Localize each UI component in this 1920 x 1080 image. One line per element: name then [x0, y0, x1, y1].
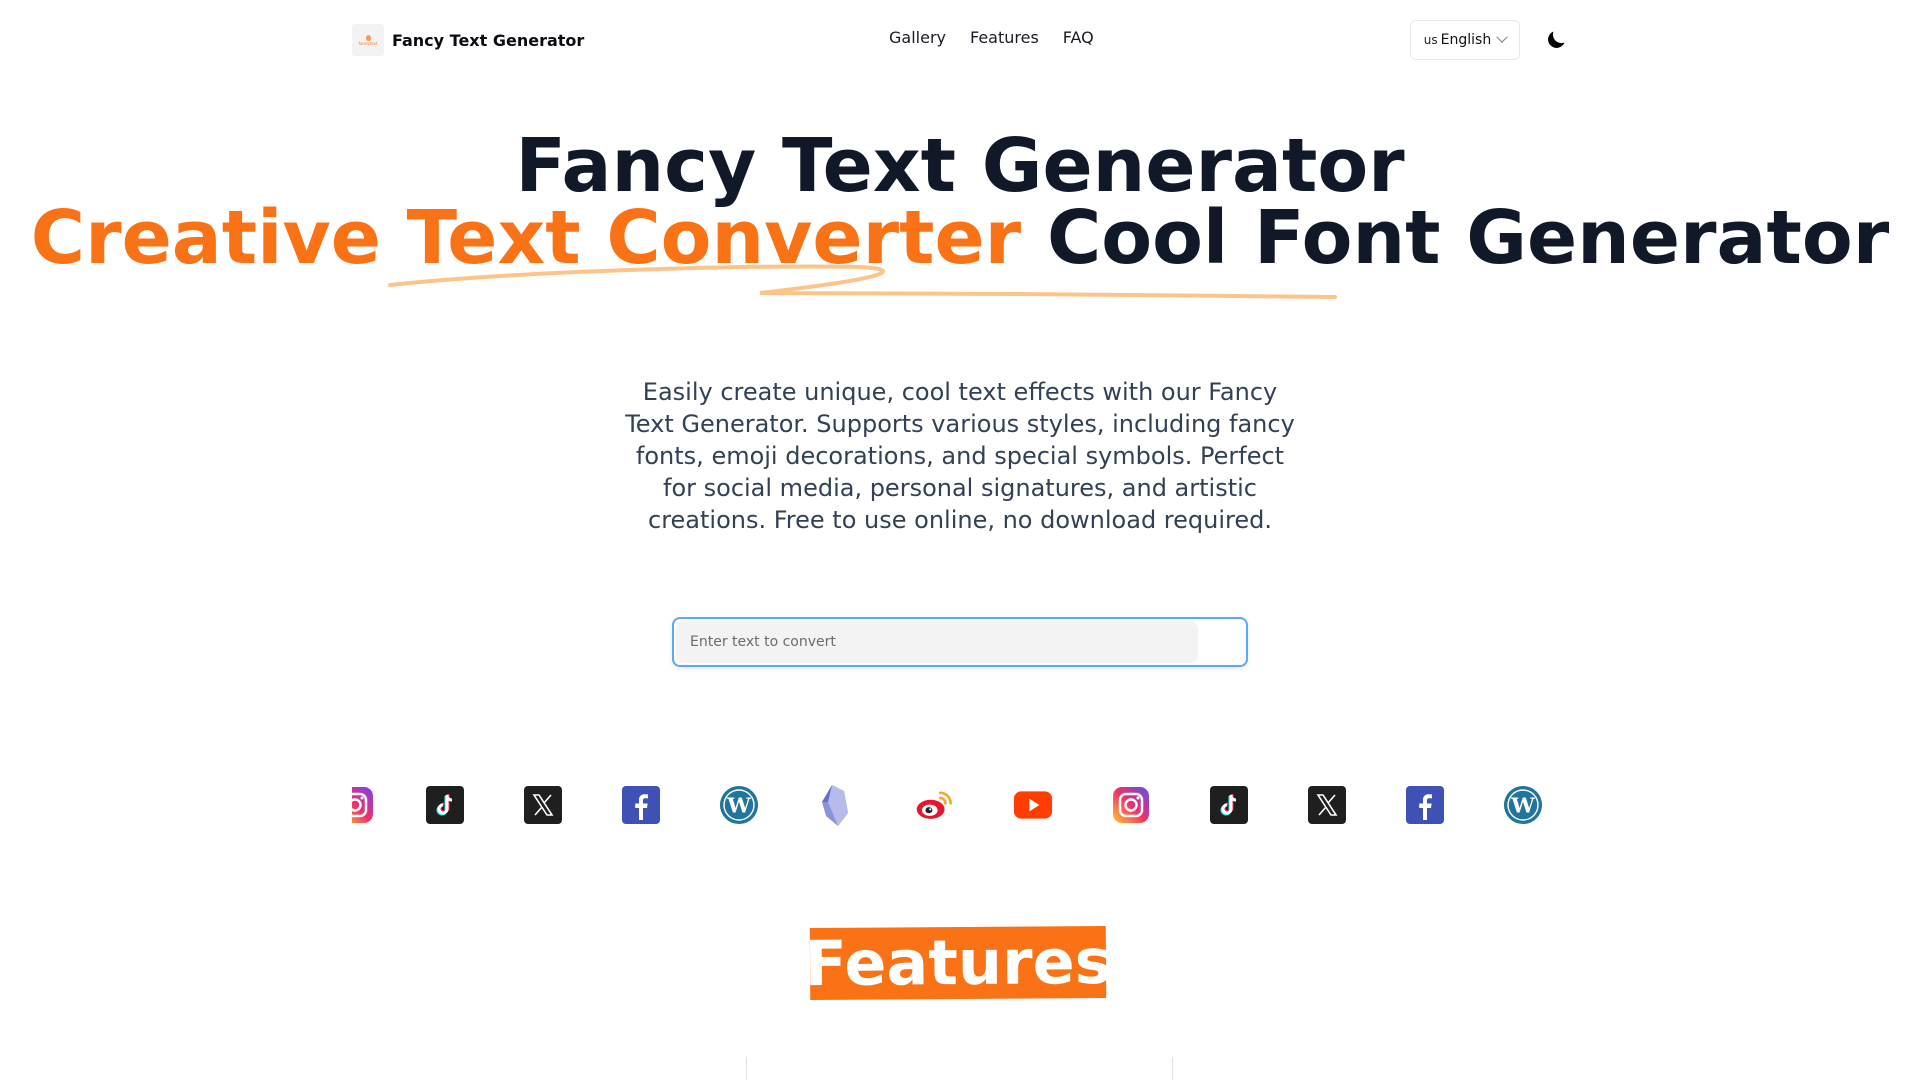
site-header: fancytext Fancy Text Generator Gallery F…	[0, 0, 1920, 80]
feature-column-divider	[746, 1057, 747, 1080]
us-flag-icon: us	[1423, 33, 1438, 47]
logo-text: fancytext	[358, 40, 378, 46]
main-nav: Gallery Features FAQ	[889, 28, 1094, 47]
language-selector[interactable]: us English	[1410, 20, 1520, 60]
instagram-icon[interactable]	[352, 785, 375, 825]
social-icons-marquee: W W	[352, 780, 1568, 830]
wordpress-icon[interactable]: W	[1503, 785, 1543, 825]
instagram-icon[interactable]	[1111, 785, 1151, 825]
hero-title: Fancy Text Generator Creative Text Conve…	[0, 129, 1920, 275]
weibo-icon[interactable]	[915, 785, 955, 825]
feature-column-divider	[1172, 1057, 1173, 1080]
hero-title-rest: Cool Font Generator	[1046, 195, 1890, 281]
text-to-convert-input[interactable]	[676, 621, 1198, 663]
facebook-icon[interactable]	[621, 785, 661, 825]
tiktok-icon[interactable]	[425, 785, 465, 825]
theme-toggle-button[interactable]	[1544, 28, 1568, 52]
x-icon[interactable]	[1307, 785, 1347, 825]
obsidian-icon[interactable]	[817, 785, 857, 826]
brand-link[interactable]: fancytext Fancy Text Generator	[352, 24, 584, 56]
moon-icon	[1548, 31, 1565, 48]
chevron-down-icon	[1496, 31, 1508, 43]
flame-icon	[365, 34, 371, 41]
nav-faq[interactable]: FAQ	[1063, 28, 1094, 47]
svg-text:W: W	[726, 793, 751, 818]
youtube-icon[interactable]	[1013, 785, 1053, 825]
tiktok-icon[interactable]	[1209, 785, 1249, 825]
wordpress-icon[interactable]: W	[719, 785, 759, 825]
features-heading: Features	[804, 925, 1112, 1000]
nav-features[interactable]: Features	[970, 28, 1039, 47]
nav-gallery[interactable]: Gallery	[889, 28, 946, 47]
brand-name: Fancy Text Generator	[392, 30, 585, 50]
svg-text:W: W	[1510, 793, 1535, 818]
hero-title-accent: Creative Text Converter	[30, 195, 1022, 281]
hero-description: Easily create unique, cool text effects …	[625, 378, 1295, 534]
x-icon[interactable]	[523, 785, 563, 825]
logo-icon: fancytext	[352, 24, 384, 56]
facebook-icon[interactable]	[1405, 785, 1445, 825]
features-heading-text: Features	[804, 924, 1112, 1001]
language-label: English	[1440, 32, 1492, 48]
text-input-container	[672, 617, 1248, 667]
